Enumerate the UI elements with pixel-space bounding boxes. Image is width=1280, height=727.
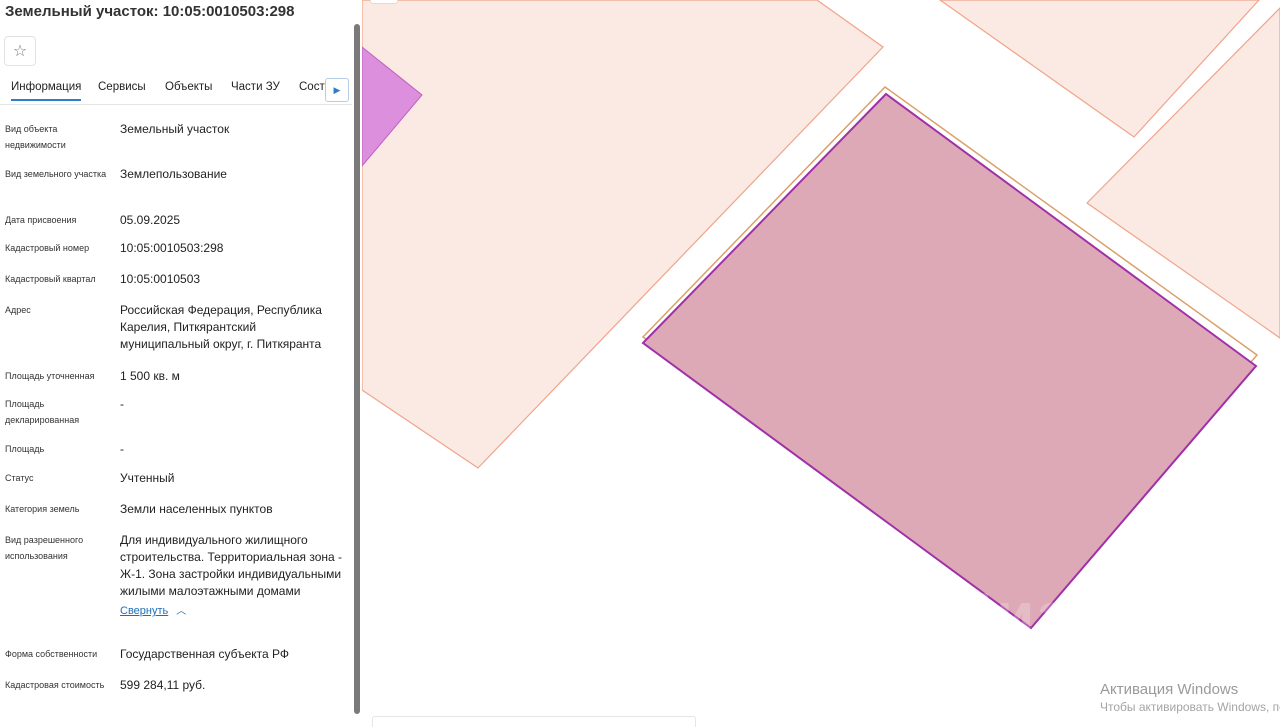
map-control-button[interactable] (370, 0, 398, 4)
info-panel: Земельный участок: 10:05:0010503:298 ☆ И… (0, 0, 362, 727)
map-bottom-toolbar[interactable] (372, 716, 696, 727)
panel-scrollbar-thumb[interactable] (354, 24, 360, 714)
chevron-up-icon[interactable]: ︿ (176, 606, 186, 617)
field-value: Земли населенных пунктов (120, 502, 273, 516)
star-icon: ☆ (12, 43, 28, 60)
field-value: Российская Федерация, Республика Карелия… (120, 303, 322, 351)
tabs-scroll-right-button[interactable]: ▶ (325, 78, 349, 102)
field-value: Государственная субъекта РФ (120, 647, 290, 661)
field-value: 05.09.2025 (120, 213, 181, 227)
tab-information[interactable]: Информация (11, 81, 82, 101)
tab-services[interactable]: Сервисы (98, 81, 146, 93)
field-value: Учтенный (120, 471, 175, 485)
field-label: Дата присвоения (5, 215, 77, 225)
field-value: - (120, 442, 124, 456)
activation-subtitle: Чтобы активировать Windows, перейдите в … (1100, 700, 1280, 714)
activation-title: Активация Windows (1100, 681, 1239, 698)
field-value: 599 284,11 руб. (120, 678, 206, 692)
field-label: Площадь уточненная (5, 371, 95, 381)
favorite-star-button[interactable]: ☆ (4, 36, 36, 66)
field-label: Вид разрешенного использования (5, 535, 84, 561)
field-label: Кадастровый номер (5, 243, 90, 253)
field-label: Адрес (5, 305, 31, 315)
cadastral-map[interactable]: Циан Активация Windows Чтобы активироват… (362, 0, 1280, 727)
tab-land-parts[interactable]: Части ЗУ (231, 81, 280, 93)
field-value: Землепользование (120, 167, 227, 181)
field-label: Площадь (5, 444, 45, 454)
field-value: 10:05:0010503 (120, 272, 201, 286)
field-value: - (120, 397, 124, 411)
field-value-wrap: Для индивидуального жилищного строительс… (120, 532, 345, 620)
field-value: 1 500 кв. м (120, 369, 180, 383)
field-label: Кадастровая стоимость (5, 680, 105, 690)
field-label: Площадь декларированная (5, 399, 80, 425)
field-label: Вид объекта недвижимости (5, 124, 66, 150)
tab-objects[interactable]: Объекты (165, 81, 212, 93)
collapse-link[interactable]: Свернуть (120, 603, 168, 620)
page-title: Земельный участок: 10:05:0010503:298 (5, 3, 295, 20)
field-value: 10:05:0010503:298 (120, 241, 224, 255)
map-canvas[interactable] (362, 0, 1280, 727)
field-label: Категория земель (5, 504, 80, 514)
field-value: Земельный участок (120, 122, 230, 136)
field-label: Кадастровый квартал (5, 274, 96, 284)
tab-bar: Информация Сервисы Объекты Части ЗУ Сост… (0, 78, 352, 105)
field-label: Вид земельного участка (5, 169, 107, 179)
field-label: Статус (5, 473, 34, 483)
chevron-right-icon: ▶ (333, 84, 341, 95)
field-value: Для индивидуального жилищного строительс… (120, 533, 343, 598)
field-label: Форма собственности (5, 649, 98, 659)
windows-activation-notice: Активация Windows Чтобы активировать Win… (1100, 681, 1280, 714)
watermark-text: Циан (949, 581, 1113, 650)
